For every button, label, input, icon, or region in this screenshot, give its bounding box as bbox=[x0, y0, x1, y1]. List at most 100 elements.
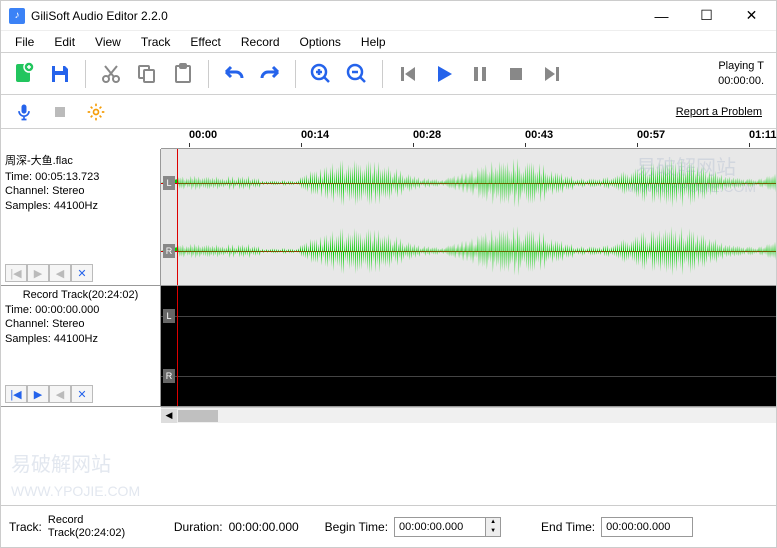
track-info-panel: 周深-大鱼.flac Time: 00:05:13.723 Channel: S… bbox=[1, 149, 161, 285]
copy-button[interactable] bbox=[130, 57, 164, 91]
scroll-thumb[interactable] bbox=[178, 410, 218, 422]
playhead[interactable] bbox=[177, 286, 178, 406]
toolbar-secondary: Report a Problem bbox=[1, 95, 776, 129]
ruler-tick: 00:28 bbox=[413, 129, 441, 141]
close-button[interactable]: ✕ bbox=[729, 1, 774, 31]
waveform-svg bbox=[161, 217, 776, 285]
redo-button[interactable] bbox=[253, 57, 287, 91]
report-problem-link[interactable]: Report a Problem bbox=[676, 106, 770, 118]
track-controls: |◀ ▶ ◀ ✕ bbox=[5, 264, 156, 282]
waveform-channel-right[interactable]: R bbox=[161, 217, 776, 285]
ruler-tick: 00:43 bbox=[525, 129, 553, 141]
channel-label-r: R bbox=[163, 369, 175, 383]
toolbar-separator bbox=[382, 60, 383, 88]
begin-time-field[interactable] bbox=[395, 521, 485, 533]
menu-help[interactable]: Help bbox=[351, 33, 396, 51]
ruler-tick: 01:11 bbox=[749, 129, 777, 141]
minimize-button[interactable]: — bbox=[639, 1, 684, 31]
menubar: File Edit View Track Effect Record Optio… bbox=[1, 31, 776, 53]
track-controls: |◀ ▶ ◀ ✕ bbox=[5, 385, 156, 403]
channel-label-l: L bbox=[163, 309, 175, 323]
channel-label-l: L bbox=[163, 176, 175, 190]
menu-file[interactable]: File bbox=[5, 33, 44, 51]
status-begin-label: Begin Time: bbox=[325, 520, 388, 534]
toolbar-separator bbox=[208, 60, 209, 88]
track-prev-icon[interactable]: |◀ bbox=[5, 264, 27, 282]
track-meta: Time: 00:05:13.723 Channel: Stereo Sampl… bbox=[5, 170, 156, 213]
settings-button[interactable] bbox=[79, 95, 113, 129]
scroll-left-icon[interactable]: ◀ bbox=[161, 409, 177, 423]
app-icon: ♪ bbox=[9, 8, 25, 24]
skip-start-button[interactable] bbox=[391, 57, 425, 91]
menu-view[interactable]: View bbox=[85, 33, 131, 51]
track-waveform[interactable]: L R bbox=[161, 149, 776, 285]
track-name: Record Track(20:24:02) bbox=[5, 289, 156, 301]
track-waveform[interactable]: L R bbox=[161, 286, 776, 406]
playing-label: Playing T bbox=[718, 59, 764, 73]
track-row: Record Track(20:24:02) Time: 00:00:00.00… bbox=[1, 286, 776, 407]
track-info-panel: Record Track(20:24:02) Time: 00:00:00.00… bbox=[1, 286, 161, 406]
ruler-tick: 00:00 bbox=[189, 129, 217, 141]
waveform-midline bbox=[161, 376, 776, 377]
waveform-channel-right[interactable]: R bbox=[161, 346, 776, 406]
spin-up-icon[interactable]: ▲ bbox=[486, 518, 500, 527]
toolbar-separator bbox=[295, 60, 296, 88]
status-track-value: Record Track(20:24:02) bbox=[48, 514, 148, 538]
new-file-button[interactable] bbox=[7, 57, 41, 91]
menu-edit[interactable]: Edit bbox=[44, 33, 85, 51]
status-duration-label: Duration: bbox=[174, 520, 223, 534]
status-duration-value: 00:00:00.000 bbox=[229, 520, 299, 534]
cut-button[interactable] bbox=[94, 57, 128, 91]
horizontal-scrollbar[interactable]: ◀ bbox=[161, 407, 776, 423]
watermark: WWW.YPOJIE.COM bbox=[11, 483, 140, 499]
end-time-input[interactable] bbox=[601, 517, 693, 537]
end-time-field[interactable] bbox=[602, 521, 692, 533]
statusbar: Track: Record Track(20:24:02) Duration: … bbox=[1, 505, 776, 547]
stop-button[interactable] bbox=[499, 57, 533, 91]
track-close-icon[interactable]: ✕ bbox=[71, 385, 93, 403]
track-play-icon[interactable]: ▶ bbox=[27, 385, 49, 403]
track-meta: Time: 00:00:00.000 Channel: Stereo Sampl… bbox=[5, 303, 156, 346]
track-prev-icon[interactable]: |◀ bbox=[5, 385, 27, 403]
playback-status: Playing T 00:00:00. bbox=[718, 59, 770, 88]
waveform-channel-left[interactable]: L bbox=[161, 149, 776, 217]
toolbar-main: Playing T 00:00:00. bbox=[1, 53, 776, 95]
menu-track[interactable]: Track bbox=[131, 33, 181, 51]
maximize-button[interactable]: ☐ bbox=[684, 1, 729, 31]
record-stop-button[interactable] bbox=[43, 95, 77, 129]
spin-down-icon[interactable]: ▼ bbox=[486, 527, 500, 536]
channel-label-r: R bbox=[163, 244, 175, 258]
watermark: 易破解网站 bbox=[11, 448, 111, 477]
playhead[interactable] bbox=[177, 149, 178, 285]
tracks-container: 周深-大鱼.flac Time: 00:05:13.723 Channel: S… bbox=[1, 149, 776, 407]
begin-time-input[interactable]: ▲▼ bbox=[394, 517, 501, 537]
ruler-tick: 00:14 bbox=[301, 129, 329, 141]
playing-time: 00:00:00. bbox=[718, 74, 764, 88]
status-end-label: End Time: bbox=[541, 520, 595, 534]
menu-effect[interactable]: Effect bbox=[180, 33, 230, 51]
zoom-in-button[interactable] bbox=[304, 57, 338, 91]
menu-record[interactable]: Record bbox=[231, 33, 290, 51]
skip-end-button[interactable] bbox=[535, 57, 569, 91]
window-title: GiliSoft Audio Editor 2.2.0 bbox=[31, 9, 639, 23]
toolbar-separator bbox=[85, 60, 86, 88]
track-close-icon[interactable]: ✕ bbox=[71, 264, 93, 282]
menu-options[interactable]: Options bbox=[290, 33, 351, 51]
play-button[interactable] bbox=[427, 57, 461, 91]
ruler-tick: 00:57 bbox=[637, 129, 665, 141]
zoom-out-button[interactable] bbox=[340, 57, 374, 91]
track-back-icon[interactable]: ◀ bbox=[49, 385, 71, 403]
undo-button[interactable] bbox=[217, 57, 251, 91]
waveform-midline bbox=[161, 316, 776, 317]
waveform-channel-left[interactable]: L bbox=[161, 286, 776, 346]
status-track-label: Track: bbox=[9, 520, 42, 534]
time-ruler[interactable]: 00:00 00:14 00:28 00:43 00:57 01:11 bbox=[161, 129, 776, 149]
track-name: 周深-大鱼.flac bbox=[5, 152, 156, 168]
paste-button[interactable] bbox=[166, 57, 200, 91]
titlebar: ♪ GiliSoft Audio Editor 2.2.0 — ☐ ✕ bbox=[1, 1, 776, 31]
track-play-icon[interactable]: ▶ bbox=[27, 264, 49, 282]
save-button[interactable] bbox=[43, 57, 77, 91]
record-mic-button[interactable] bbox=[7, 95, 41, 129]
track-back-icon[interactable]: ◀ bbox=[49, 264, 71, 282]
pause-button[interactable] bbox=[463, 57, 497, 91]
